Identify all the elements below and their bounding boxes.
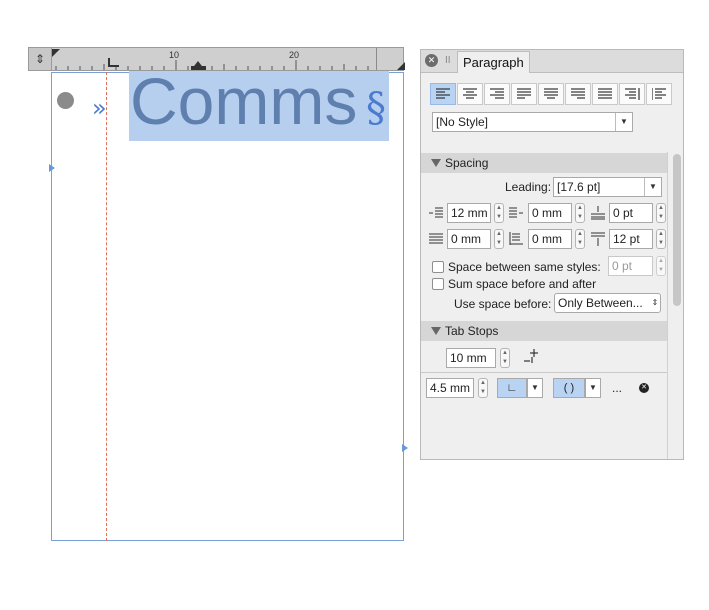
- justify-all-button[interactable]: [592, 83, 618, 105]
- bullet-dot-icon: [57, 92, 74, 109]
- tab-stop-position-field[interactable]: 4.5 mm: [426, 378, 474, 398]
- first-line-indent-field[interactable]: 0 mm: [528, 203, 572, 223]
- space-between-same-styles-checkbox[interactable]: [432, 261, 444, 273]
- margin-guide: [106, 72, 107, 541]
- sum-space-label: Sum space before and after: [448, 277, 597, 291]
- ruler-label-20: 20: [289, 50, 300, 60]
- use-space-before-value: Only Between...: [558, 296, 643, 310]
- last-line-indent-icon: [509, 232, 523, 245]
- tab-paragraph[interactable]: Paragraph: [457, 51, 530, 73]
- text-frame[interactable]: [51, 72, 404, 541]
- tab-stop-type-button[interactable]: ∟: [497, 378, 527, 398]
- align-away-from-spine-icon: [652, 88, 666, 100]
- leading-dropdown[interactable]: [17.6 pt] ▼: [553, 177, 662, 197]
- sum-space-checkbox[interactable]: [432, 278, 444, 290]
- tab-marker: »: [92, 94, 107, 122]
- default-tab-spacing-stepper[interactable]: ▲ ▼: [500, 348, 510, 368]
- panel-scrollbar[interactable]: [673, 154, 681, 306]
- space-after-field[interactable]: 12 pt: [609, 229, 653, 249]
- use-space-before-dropdown[interactable]: Only Between... ⇕: [554, 293, 661, 313]
- tab-stop-position-stepper[interactable]: ▲ ▼: [478, 378, 488, 398]
- paragraph-panel: ✕ II Paragraph [No Style] ▼ Spacing Lead…: [420, 49, 684, 460]
- add-tab-stop-icon[interactable]: [522, 348, 540, 366]
- align-center-icon: [463, 88, 477, 99]
- ruler-label-10: 10: [169, 50, 180, 60]
- left-indent-icon: [429, 207, 443, 218]
- space-before-field[interactable]: 0 pt: [609, 203, 653, 223]
- spacing-section-header[interactable]: Spacing: [421, 153, 667, 173]
- paragraph-style-value: [No Style]: [436, 115, 489, 129]
- tab-stop-more-button[interactable]: ...: [612, 381, 622, 395]
- frame-text[interactable]: Comms: [130, 62, 357, 140]
- chevron-down-icon: ▼: [615, 113, 632, 131]
- paragraph-mark: §: [366, 85, 386, 131]
- tab-stops-section-title: Tab Stops: [445, 324, 499, 338]
- last-line-indent-stepper[interactable]: ▲ ▼: [575, 229, 585, 249]
- space-between-same-styles-label: Space between same styles:: [448, 260, 601, 274]
- panel-grip[interactable]: II: [445, 55, 451, 66]
- align-left-icon: [436, 88, 450, 99]
- tab-list-divider: [421, 372, 667, 373]
- align-away-from-spine-button[interactable]: [646, 83, 672, 105]
- ruler-end: [376, 48, 403, 70]
- tab-stop-alignment-button[interactable]: ( ): [553, 378, 585, 398]
- leading-label: Leading:: [505, 180, 552, 194]
- paragraph-style-dropdown[interactable]: [No Style] ▼: [432, 112, 633, 132]
- space-after-stepper[interactable]: ▲ ▼: [656, 229, 666, 249]
- tab-stops-section-header[interactable]: Tab Stops: [421, 321, 667, 341]
- chevron-down-icon[interactable]: ▼: [527, 378, 543, 398]
- justify-all-icon: [598, 88, 612, 99]
- delete-tab-stop-icon[interactable]: ✕: [639, 383, 649, 393]
- right-indent-stepper[interactable]: ▲ ▼: [494, 229, 504, 249]
- default-tab-spacing-field[interactable]: 10 mm: [446, 348, 496, 368]
- right-indent-icon: [429, 233, 443, 244]
- space-before-stepper[interactable]: ▲ ▼: [656, 203, 666, 223]
- space-between-same-styles-stepper[interactable]: ▲ ▼: [656, 256, 666, 276]
- justify-right-button[interactable]: [565, 83, 591, 105]
- left-indent-field[interactable]: 12 mm: [447, 203, 491, 223]
- chevron-down-icon[interactable]: ▼: [585, 378, 601, 398]
- panel-divider: [667, 152, 668, 459]
- panel-header: ✕ II Paragraph: [421, 50, 683, 73]
- last-line-indent-field[interactable]: 0 mm: [528, 229, 572, 249]
- align-center-button[interactable]: [457, 83, 483, 105]
- right-indent-field[interactable]: 0 mm: [447, 229, 491, 249]
- space-after-icon: [591, 232, 605, 246]
- frame-left-handle[interactable]: [49, 164, 55, 172]
- justify-right-icon: [571, 88, 585, 99]
- space-before-icon: [591, 206, 605, 220]
- chevron-down-icon: ▼: [644, 178, 661, 196]
- justify-left-button[interactable]: [511, 83, 537, 105]
- frame-right-handle[interactable]: [402, 444, 408, 452]
- spacing-section-title: Spacing: [445, 156, 489, 170]
- space-between-same-styles-field[interactable]: 0 pt: [608, 256, 653, 276]
- align-towards-spine-button[interactable]: [619, 83, 645, 105]
- leading-value: [17.6 pt]: [557, 180, 601, 194]
- justify-center-button[interactable]: [538, 83, 564, 105]
- disclosure-triangle-icon: [431, 327, 441, 335]
- first-line-indent-stepper[interactable]: ▲ ▼: [575, 203, 585, 223]
- justify-center-icon: [544, 88, 558, 99]
- align-towards-spine-icon: [625, 88, 640, 100]
- first-line-indent-icon: [509, 207, 523, 218]
- chevron-updown-icon: ⇕: [651, 298, 659, 307]
- disclosure-triangle-icon: [431, 159, 441, 167]
- left-indent-stepper[interactable]: ▲ ▼: [494, 203, 504, 223]
- justify-left-icon: [517, 88, 531, 99]
- align-left-button[interactable]: [430, 83, 456, 105]
- close-icon[interactable]: ✕: [425, 54, 438, 67]
- align-right-icon: [490, 88, 504, 99]
- use-space-before-label: Use space before:: [454, 297, 552, 311]
- align-right-button[interactable]: [484, 83, 510, 105]
